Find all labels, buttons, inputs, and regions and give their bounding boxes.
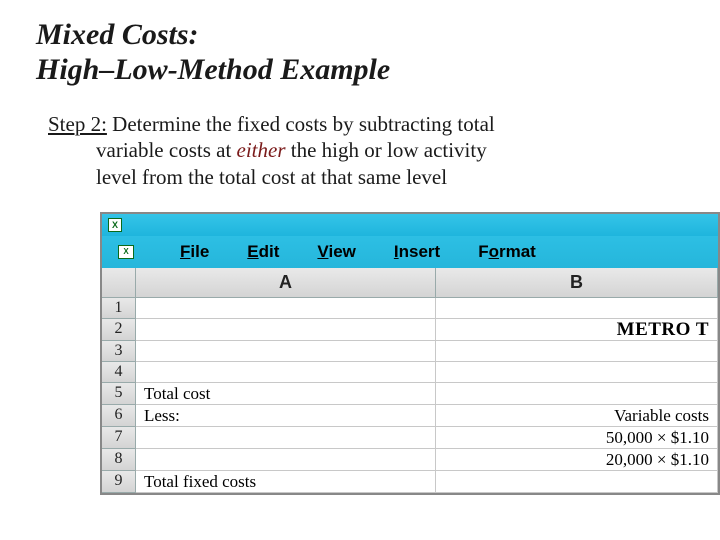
menubar: X File Edit View Insert Format bbox=[112, 242, 718, 262]
row-header-8[interactable]: 8 bbox=[102, 449, 136, 471]
spreadsheet-grid: A B 1 2 METRO T 3 4 5 Total cost 6 Less: bbox=[102, 268, 718, 493]
step-description: Step 2: Determine the fixed costs by sub… bbox=[36, 111, 684, 190]
cell-b4[interactable] bbox=[436, 362, 718, 383]
cell-a3[interactable] bbox=[136, 341, 436, 362]
step-label: Step 2: bbox=[48, 112, 107, 136]
row-header-7[interactable]: 7 bbox=[102, 427, 136, 449]
cell-b6[interactable]: Variable costs bbox=[436, 405, 718, 427]
menu-edit[interactable]: Edit bbox=[247, 242, 279, 262]
row-header-2[interactable]: 2 bbox=[102, 319, 136, 341]
body-line-2a: variable costs at bbox=[96, 138, 237, 162]
cell-a2[interactable] bbox=[136, 319, 436, 341]
select-all-corner[interactable] bbox=[102, 268, 136, 298]
either-emphasis: either bbox=[237, 138, 286, 162]
row-header-4[interactable]: 4 bbox=[102, 362, 136, 383]
cell-b2[interactable]: METRO T bbox=[436, 319, 718, 341]
cell-b7[interactable]: 50,000 × $1.10 bbox=[436, 427, 718, 449]
col-header-a[interactable]: A bbox=[136, 268, 436, 298]
row-header-3[interactable]: 3 bbox=[102, 341, 136, 362]
excel-titlebar: X bbox=[102, 214, 718, 236]
excel-doc-icon: X bbox=[118, 245, 134, 259]
excel-icon: X bbox=[108, 218, 122, 232]
cell-a6[interactable]: Less: bbox=[136, 405, 436, 427]
excel-menubar-area: X File Edit View Insert Format bbox=[102, 236, 718, 268]
cell-b9[interactable] bbox=[436, 471, 718, 493]
menu-insert[interactable]: Insert bbox=[394, 242, 440, 262]
cell-a4[interactable] bbox=[136, 362, 436, 383]
cell-a1[interactable] bbox=[136, 298, 436, 319]
menu-format[interactable]: Format bbox=[478, 242, 536, 262]
row-header-9[interactable]: 9 bbox=[102, 471, 136, 493]
row-header-6[interactable]: 6 bbox=[102, 405, 136, 427]
col-header-b[interactable]: B bbox=[436, 268, 718, 298]
excel-screenshot: X X File Edit View Insert Format A B 1 2 bbox=[100, 212, 720, 495]
body-line-3: level from the total cost at that same l… bbox=[48, 164, 684, 190]
cell-a9[interactable]: Total fixed costs bbox=[136, 471, 436, 493]
cell-b8[interactable]: 20,000 × $1.10 bbox=[436, 449, 718, 471]
body-part-1: Determine the fixed costs by subtracting… bbox=[107, 112, 495, 136]
cell-b5[interactable] bbox=[436, 383, 718, 405]
title-line-2: High–Low-Method Example bbox=[36, 53, 390, 86]
cell-a7[interactable] bbox=[136, 427, 436, 449]
cell-b3[interactable] bbox=[436, 341, 718, 362]
title-line-1: Mixed Costs: bbox=[36, 18, 199, 51]
cell-a8[interactable] bbox=[136, 449, 436, 471]
cell-b1[interactable] bbox=[436, 298, 718, 319]
body-line-2b: the high or low activity bbox=[286, 138, 487, 162]
row-header-5[interactable]: 5 bbox=[102, 383, 136, 405]
menu-file[interactable]: File bbox=[180, 242, 209, 262]
row-header-1[interactable]: 1 bbox=[102, 298, 136, 319]
cell-a5[interactable]: Total cost bbox=[136, 383, 436, 405]
slide-title: Mixed Costs: High–Low-Method Example bbox=[36, 18, 684, 87]
menu-view[interactable]: View bbox=[317, 242, 355, 262]
